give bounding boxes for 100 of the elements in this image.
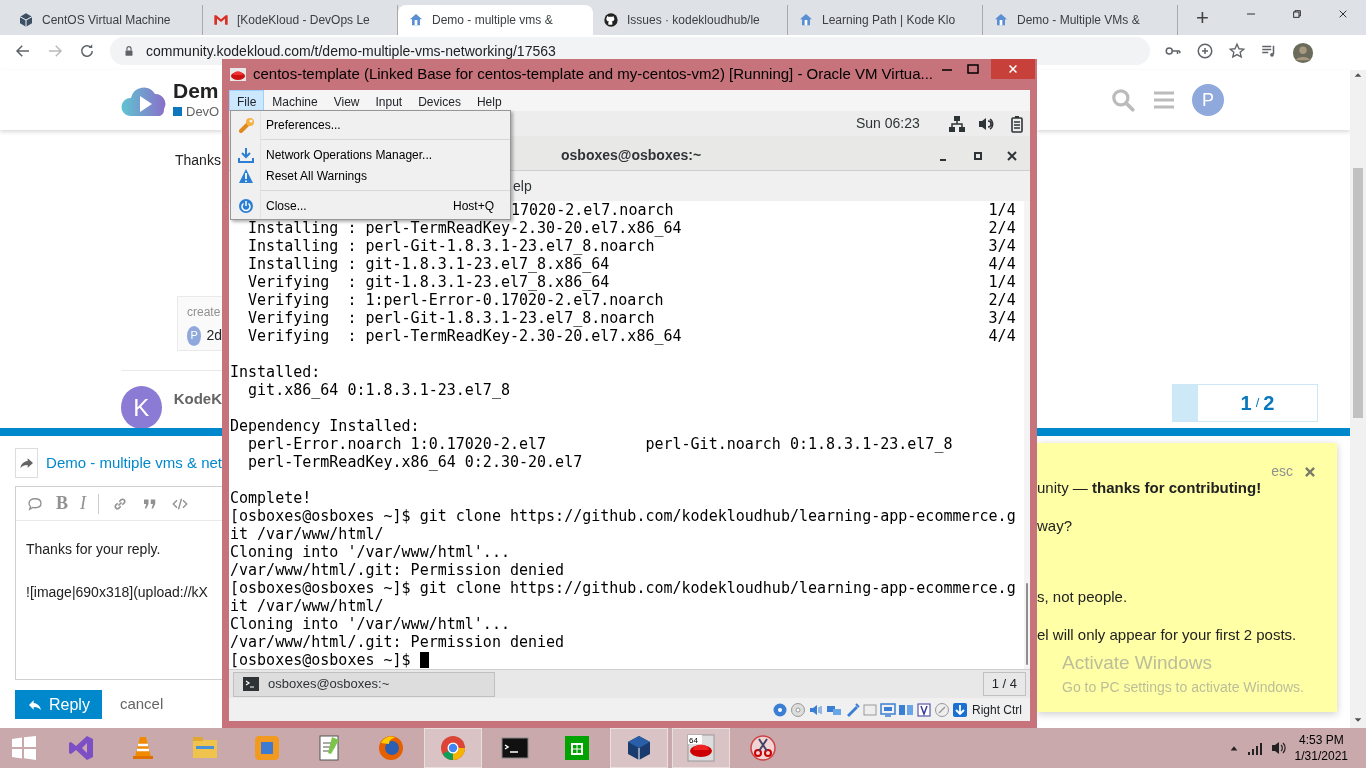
terminal-line: 17020-2.el7.noarch [511, 201, 674, 219]
menu-item[interactable]: Input [367, 90, 411, 111]
activation-subtitle: Go to PC settings to activate Windows. [1062, 678, 1305, 697]
menu-item[interactable]: Reset All Warnings [231, 165, 510, 186]
menu-item[interactable]: Help [468, 90, 510, 111]
activation-title: Activate Windows [1062, 650, 1213, 675]
terminal-line: Installing : perl-TermReadKey-2.30-20.el7.x86_64 [247, 219, 682, 237]
page-scrollbar[interactable] [1350, 70, 1366, 728]
scissors-icon[interactable] [748, 733, 778, 763]
terminal-line: it /var/www/html/ [230, 597, 384, 615]
warning-icon [238, 167, 254, 184]
cube-icon [18, 12, 34, 28]
menu-item[interactable]: File [229, 90, 265, 111]
post-text: Thanks [175, 151, 222, 170]
fox-globe-icon[interactable] [376, 733, 406, 763]
menu-item[interactable]: View [325, 90, 368, 111]
menu-item[interactable]: Preferences... [231, 114, 510, 135]
editor-text: Thanks for your reply. [26, 540, 162, 559]
terminal-line: Verifying : perl-Git-1.8.3.1-23.el7_8.noarch [247, 309, 655, 327]
terminal-line: Installing : perl-Git-1.8.3.1-23.el7_8.noarch [247, 237, 655, 255]
progress-count: 1/4 [988, 201, 1016, 219]
topic-title: Dem [173, 78, 220, 102]
ribbon-icon[interactable] [66, 733, 96, 763]
start-icon[interactable] [9, 733, 39, 763]
house-icon [993, 12, 1009, 28]
workspace-indicator[interactable]: 1 / 4 [982, 672, 1026, 696]
terminal-line: [osboxes@osboxes ~]$ [230, 651, 412, 669]
esc-hint: esc [1271, 462, 1293, 481]
tip-text: unity — thanks for contributing! [1037, 479, 1263, 497]
close-icon [1007, 63, 1020, 75]
terminal-line: Cloning into '/var/www/html'... [230, 615, 510, 633]
menu-item[interactable]: Close... Host+Q [231, 195, 510, 216]
terminal-line: git.x86_64 0:1.8.3.1-23.el7_8 [247, 381, 510, 399]
close-icon[interactable] [1006, 149, 1018, 162]
menu-item[interactable]: Devices [410, 90, 469, 111]
new-tab-button[interactable]: + [1190, 0, 1215, 35]
down-arrow-icon[interactable] [952, 701, 968, 718]
disk-icon[interactable] [772, 701, 788, 718]
back-icon[interactable] [14, 42, 32, 60]
terminal-line: Cloning into '/var/www/html'... [230, 543, 510, 561]
topic-link[interactable]: Demo - multiple vms & net [46, 451, 222, 475]
close-button[interactable] [991, 59, 1036, 79]
guest-clock[interactable]: Sun 06:23 [856, 113, 920, 134]
display-icon[interactable] [880, 701, 896, 718]
cancel-link[interactable]: cancel [119, 693, 164, 716]
editor-text: ![image|690x318](upload://kX [26, 583, 209, 602]
taskbar-window-button[interactable]: osboxes@osboxes:~ [233, 671, 495, 697]
profile-avatar[interactable] [1292, 42, 1314, 64]
browser-icon[interactable] [438, 733, 468, 763]
progress-count: 1/4 [988, 273, 1016, 291]
terminal-line: Complete! [230, 489, 312, 507]
menu-item[interactable]: elp [513, 175, 532, 197]
clock-time[interactable]: 4:53 PM [1294, 732, 1348, 748]
user-avatar[interactable]: K [121, 386, 162, 429]
terminal-line: /var/www/html/.git: Permission denied [230, 561, 565, 579]
category-badge[interactable]: DevO [173, 101, 220, 122]
terminal-line: Verifying : perl-TermReadKey-2.30-20.el7.x86_64 [247, 327, 682, 345]
house-icon [798, 12, 814, 28]
network-icon[interactable] [947, 114, 966, 133]
terminal-line: perl-TermReadKey.x86_64 0:2.30-20.el7 [247, 453, 583, 471]
square-icon[interactable] [252, 733, 282, 763]
terminal-line: [osboxes@osboxes ~]$ git clone https://github.com/kodekloudhub/learning-app-ecommerce.g [230, 507, 1016, 525]
tip-text: el will only appear for your first 2 posts. [1037, 626, 1298, 644]
clock-date[interactable]: 1/31/2021 [1294, 748, 1348, 764]
terminal-scrollbar[interactable] [1023, 201, 1030, 669]
terminal-line: Verifying : git-1.8.3.1-23.el7_8.x86_64 [247, 273, 610, 291]
envelope-icon [213, 12, 229, 28]
menu-item[interactable]: Network Operations Manager... [231, 144, 510, 165]
browser-tab[interactable]: Demo - multiple vms & [398, 5, 593, 35]
reply-button[interactable]: Reply [15, 690, 102, 719]
menu-item[interactable]: Machine [264, 90, 326, 111]
window-title: centos-template (Linked Base for centos-template and my-centos-vm2) [Running] - Oracle VM Virtua... [253, 63, 934, 84]
chip-icon[interactable] [916, 701, 932, 718]
add-icon[interactable] [1196, 42, 1214, 60]
star-icon[interactable] [1228, 42, 1246, 60]
progress-count: 4/4 [988, 255, 1016, 273]
tip-text: way? [1037, 517, 1074, 535]
store-icon[interactable] [562, 733, 592, 763]
host-key-label: Right Ctrl [972, 701, 1022, 719]
speaker-icon[interactable] [1270, 740, 1287, 756]
tip-text: s, not people. [1037, 588, 1129, 606]
reload-icon[interactable] [78, 42, 96, 60]
progress-count: 4/4 [988, 327, 1016, 345]
house-icon [408, 12, 424, 28]
progress-count: 3/4 [988, 309, 1016, 327]
scrollbar-thumb[interactable] [1025, 583, 1028, 665]
timeline-scroller[interactable]: 1 / 2 [1172, 384, 1318, 422]
terminal-title: osboxes@osboxes:~ [561, 146, 702, 165]
signal-icon[interactable] [1246, 741, 1263, 755]
author-name[interactable]: KodeK [173, 388, 222, 429]
wrench-icon [238, 116, 254, 133]
text-cursor [419, 652, 429, 668]
optical-disc-icon[interactable] [790, 701, 806, 718]
terminal-line: perl-Error.noarch 1:0.17020-2.el7 perl-Git.noarch 0:1.8.3.1-23.el7_8 [247, 435, 953, 453]
share-button[interactable] [15, 448, 39, 478]
scrollbar-thumb[interactable] [1353, 168, 1363, 418]
maximize-icon[interactable] [972, 149, 984, 162]
created-label: create [187, 304, 222, 321]
hat-icon[interactable]: 64 [686, 733, 716, 763]
progress-count: 2/4 [988, 219, 1016, 237]
